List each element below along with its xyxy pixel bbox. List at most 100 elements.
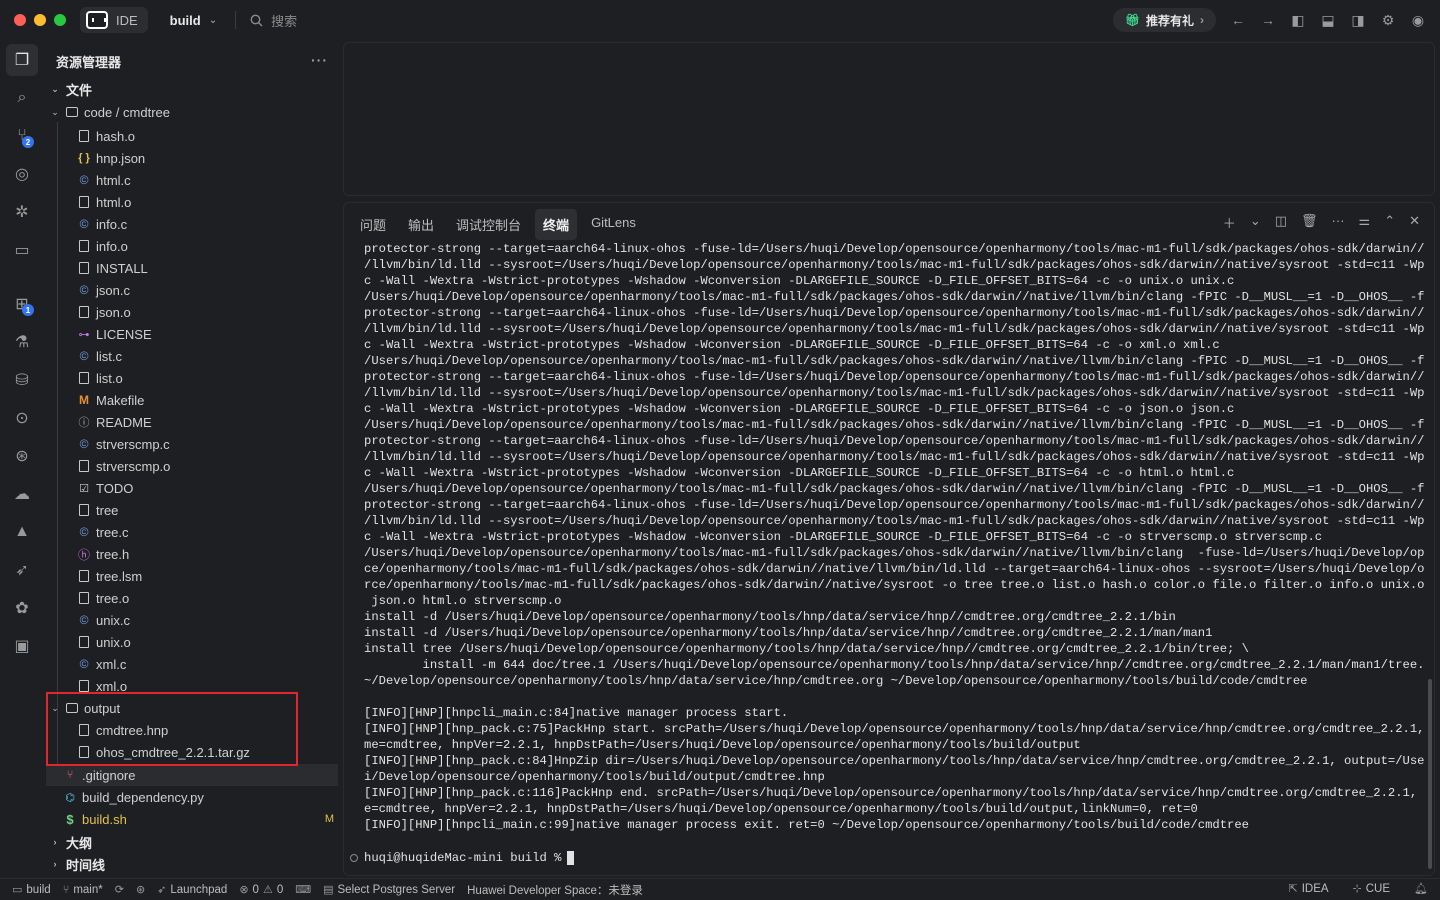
file-item[interactable]: $ build.sh M xyxy=(64,808,344,830)
status-cue[interactable]: ⊹ CUE xyxy=(1353,882,1391,896)
toggle-secondary-sidebar-icon[interactable]: ◨ xyxy=(1350,12,1366,29)
ide-menu-button[interactable]: IDE xyxy=(80,7,148,33)
file-item[interactable]: ⓗ tree.h xyxy=(78,543,358,565)
status-workspace[interactable]: ▭ build xyxy=(12,883,51,897)
file-item[interactable]: INSTALL xyxy=(78,257,358,279)
maximize-panel-icon[interactable]: ⌃ xyxy=(1384,213,1395,232)
account-icon[interactable]: ◉ xyxy=(1410,12,1426,29)
source-control-icon[interactable]: ⑂ 2 xyxy=(6,120,38,152)
file-item[interactable]: ⌬ build_dependency.py xyxy=(64,786,344,808)
section-files[interactable]: ⌄ 文件 xyxy=(50,78,336,100)
file-item[interactable]: hash.o xyxy=(78,125,358,147)
search-placeholder: 搜索 xyxy=(271,13,298,29)
tab-output[interactable]: 输出 xyxy=(400,209,442,240)
file-item[interactable]: © tree.c xyxy=(78,521,358,543)
project-switcher[interactable]: build ⌄ xyxy=(170,13,217,28)
tab-problems[interactable]: 问题 xyxy=(352,209,394,240)
chevron-down-icon[interactable]: ⌄ xyxy=(1250,213,1261,232)
testing-flask-icon[interactable]: ⚗ xyxy=(6,326,38,358)
rocket-icon[interactable]: ➶ xyxy=(6,554,38,586)
status-launchpad[interactable]: ➶ Launchpad xyxy=(157,883,228,897)
status-postgres[interactable]: ▤ Select Postgres Server xyxy=(323,883,455,897)
file-item[interactable]: { } hnp.json xyxy=(78,147,358,169)
file-item[interactable]: tree.o xyxy=(78,587,358,609)
toggle-sidebar-icon[interactable]: ◧ xyxy=(1290,12,1306,29)
more-actions-icon[interactable]: ··· xyxy=(311,52,328,70)
extensions-icon[interactable]: ⊞ 1 xyxy=(6,288,38,320)
file-item[interactable]: html.o xyxy=(78,191,358,213)
file-item[interactable]: M Makefile xyxy=(78,389,358,411)
search-icon[interactable]: ⌕ xyxy=(6,82,38,114)
section-timeline[interactable]: › 时间线 xyxy=(50,853,336,875)
file-item[interactable]: info.o xyxy=(78,235,358,257)
file-item[interactable]: strverscmp.o xyxy=(78,455,358,477)
timeline-icon[interactable]: ⊛ xyxy=(6,440,38,472)
explorer-icon[interactable]: ❐ xyxy=(6,44,38,76)
tab-terminal[interactable]: 终端 xyxy=(535,209,578,240)
warning-icon: ⚠ xyxy=(262,884,273,896)
status-sync[interactable]: ⟳ xyxy=(115,883,124,896)
search-box[interactable]: 搜索 xyxy=(250,11,297,30)
new-terminal-icon[interactable]: ＋ xyxy=(1223,213,1236,232)
trash-icon[interactable]: 🗑︎ xyxy=(1301,213,1318,232)
ide-logo-icon xyxy=(86,11,108,29)
eye-icon[interactable]: ◎ xyxy=(6,158,38,190)
status-huawei[interactable]: Huawei Developer Space：未登录 xyxy=(467,882,643,898)
gitlens-icon[interactable]: ⊙ xyxy=(6,402,38,434)
remote-explorer-icon[interactable]: ▭ xyxy=(6,234,38,266)
file-item[interactable]: tree.lsm xyxy=(78,565,358,587)
folder-code-cmdtree[interactable]: ⌄ code / cmdtree xyxy=(50,101,336,123)
status-branch[interactable]: ⑂ main* xyxy=(63,884,103,896)
status-gitlens[interactable]: ⊛ xyxy=(136,883,145,896)
device-manager-icon[interactable]: ▣ xyxy=(6,630,38,662)
minimize-window-button[interactable] xyxy=(34,14,46,26)
database-icon[interactable]: ⛁ xyxy=(6,364,38,396)
toggle-panel-icon[interactable]: ⬓ xyxy=(1320,12,1336,29)
section-outline[interactable]: › 大纲 xyxy=(50,831,336,853)
panel-settings-icon[interactable]: ⚌ xyxy=(1359,213,1371,232)
file-item[interactable]: json.o xyxy=(78,301,358,323)
split-terminal-icon[interactable]: ◫ xyxy=(1275,213,1287,232)
more-actions-icon[interactable]: ··· xyxy=(1332,213,1345,232)
debug-icon[interactable]: ✲ xyxy=(6,196,38,228)
file-item[interactable]: © unix.c xyxy=(78,609,358,631)
tab-debug-console[interactable]: 调试控制台 xyxy=(448,209,529,240)
file-label: tree.h xyxy=(96,546,130,562)
ai-assistant-icon[interactable]: ✿ xyxy=(6,592,38,624)
search-icon xyxy=(250,14,263,26)
file-item[interactable]: list.o xyxy=(78,367,358,389)
terminal-scrollbar[interactable] xyxy=(1428,679,1432,869)
file-item[interactable]: unix.o xyxy=(78,631,358,653)
file-item[interactable]: © list.c xyxy=(78,345,358,367)
settings-gear-icon[interactable]: ⚙ xyxy=(1380,12,1396,29)
cloud-icon[interactable]: ☁ xyxy=(6,478,38,510)
file-item[interactable]: © json.c xyxy=(78,279,358,301)
file-item[interactable]: ☑ TODO xyxy=(78,477,358,499)
close-window-button[interactable] xyxy=(14,14,26,26)
file-item[interactable]: © html.c xyxy=(78,169,358,191)
terminal-output[interactable]: protector-strong --target=aarch64-linux-… xyxy=(364,241,1424,861)
status-problems[interactable]: ⊗ 0 ⚠ 0 xyxy=(239,883,283,897)
forward-arrow-icon[interactable]: → xyxy=(1260,12,1276,28)
launchpad-label: Launchpad xyxy=(170,883,228,896)
terminal-prompt[interactable]: huqi@huqideMac-mini build % xyxy=(350,851,575,865)
file-item[interactable]: © info.c xyxy=(78,213,358,235)
terminal-line: install -d /Users/huqi/Develop/opensourc… xyxy=(364,610,1176,624)
tab-gitlens[interactable]: GitLens xyxy=(583,209,644,240)
close-panel-icon[interactable]: ✕ xyxy=(1409,213,1420,232)
file-item[interactable]: © xml.c xyxy=(78,653,358,675)
section-files-label: 文件 xyxy=(66,82,93,98)
zoom-window-button[interactable] xyxy=(54,14,66,26)
status-keyboard[interactable]: ⌨ xyxy=(295,883,311,896)
file-item[interactable]: ⓘ README xyxy=(78,411,358,433)
codeartsde-icon[interactable]: ▲ xyxy=(6,516,38,548)
status-idea[interactable]: ⇱ IDEA xyxy=(1288,882,1328,896)
file-item[interactable]: ⊶ LICENSE xyxy=(78,323,358,345)
file-item[interactable]: © strverscmp.c xyxy=(78,433,358,455)
referral-button[interactable]: 🎁︎ 推荐有礼 › xyxy=(1112,8,1216,32)
status-notifications[interactable]: 🔔︎ xyxy=(1414,882,1428,895)
file-label: json.o xyxy=(96,304,131,320)
file-item[interactable]: tree xyxy=(78,499,358,521)
back-arrow-icon[interactable]: ← xyxy=(1230,12,1246,28)
file-item[interactable]: ⑂ .gitignore xyxy=(64,764,344,786)
